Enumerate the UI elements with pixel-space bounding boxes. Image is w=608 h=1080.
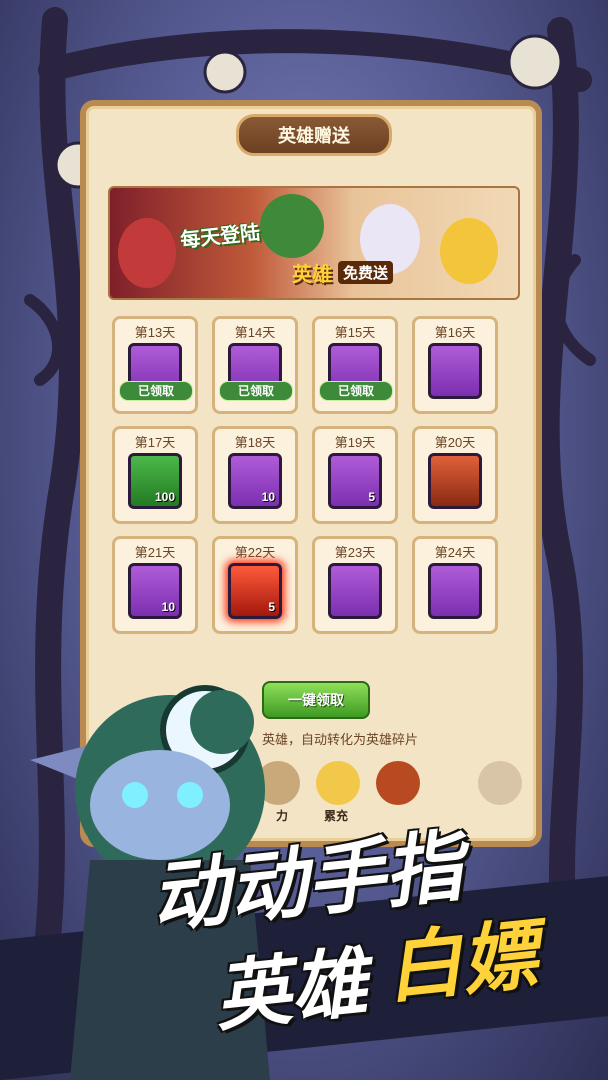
- claimed-badge: 已领取: [119, 381, 193, 401]
- reward-grid[interactable]: 第13天 已领取 第14天 已领取 第15天 已领取 第16天 第17天 100: [108, 316, 516, 666]
- slogan-line3: 白嫖: [381, 912, 542, 1013]
- claimed-badge: 已领取: [319, 381, 393, 401]
- item-quantity: 5: [368, 490, 375, 504]
- day-label: 第23天: [334, 545, 376, 560]
- day-label: 第20天: [434, 435, 476, 450]
- reward-cell-day13[interactable]: 第13天 已领取: [112, 316, 198, 414]
- reward-cell-day19[interactable]: 第19天 5: [312, 426, 398, 524]
- day-label: 第15天: [334, 325, 376, 340]
- reward-cell-day18[interactable]: 第18天 10: [212, 426, 298, 524]
- hero-red-icon: [118, 218, 176, 288]
- item-quantity: 100: [154, 490, 175, 504]
- emerald-icon: 5: [228, 563, 282, 619]
- item-quantity: 10: [161, 600, 175, 614]
- skull-icon: [203, 50, 247, 94]
- day-label: 第21天: [134, 545, 176, 560]
- gem-badge-icon: 5: [328, 453, 382, 509]
- hero-orc-icon: [260, 194, 324, 258]
- reward-cell-day14[interactable]: 第14天 已领取: [212, 316, 298, 414]
- promo-banner: 每天登陆 英雄 免费送: [108, 186, 520, 300]
- sword-card-icon: 10: [128, 563, 182, 619]
- demon-icon[interactable]: [376, 761, 420, 805]
- slogan-line2: 英雄: [210, 940, 371, 1041]
- day-label: 第17天: [134, 435, 176, 450]
- day-label: 第18天: [234, 435, 276, 450]
- banner-text-hero: 英雄: [292, 264, 332, 286]
- reward-cell-day17[interactable]: 第17天 100: [112, 426, 198, 524]
- reward-cell-day24[interactable]: 第24天: [412, 536, 498, 634]
- reward-cell-day22[interactable]: 第22天 5: [212, 536, 298, 634]
- hero-portrait-icon: [428, 453, 482, 509]
- item-quantity: 10: [261, 490, 275, 504]
- banner-text-free: 免费送: [338, 261, 394, 284]
- claimed-badge: 已领取: [219, 381, 293, 401]
- recharge-icon[interactable]: [316, 761, 360, 805]
- hero-blond-icon: [440, 218, 498, 284]
- reward-cell-day23[interactable]: 第23天: [312, 536, 398, 634]
- skull-icon: [507, 34, 563, 90]
- banner-text-login: 每天登陆: [179, 221, 262, 253]
- day-label: 第22天: [234, 545, 276, 560]
- reward-cell-day21[interactable]: 第21天 10: [112, 536, 198, 634]
- panel-title: 英雄赠送: [236, 114, 392, 156]
- reward-cell-day20[interactable]: 第20天: [412, 426, 498, 524]
- hero-portrait-icon: [428, 563, 482, 619]
- day-label: 第14天: [234, 325, 276, 340]
- sword-card-icon: [328, 563, 382, 619]
- sword-card-icon: 10: [228, 453, 282, 509]
- day-label: 第24天: [434, 545, 476, 560]
- reward-cell-day16[interactable]: 第16天: [412, 316, 498, 414]
- day-label: 第13天: [134, 325, 176, 340]
- back-icon[interactable]: [478, 761, 522, 805]
- item-quantity: 5: [268, 600, 275, 614]
- reward-cell-day15[interactable]: 第15天 已领取: [312, 316, 398, 414]
- day-label: 第16天: [434, 325, 476, 340]
- green-orb-icon: 100: [128, 453, 182, 509]
- hero-portrait-icon: [428, 343, 482, 399]
- day-label: 第19天: [334, 435, 376, 450]
